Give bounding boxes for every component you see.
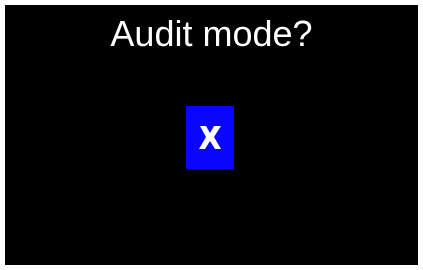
audit-mode-screen: Audit mode? <box>5 5 418 265</box>
audit-mode-toggle-button[interactable] <box>186 106 234 169</box>
prompt-title: Audit mode? <box>110 13 313 54</box>
x-icon <box>199 126 221 149</box>
